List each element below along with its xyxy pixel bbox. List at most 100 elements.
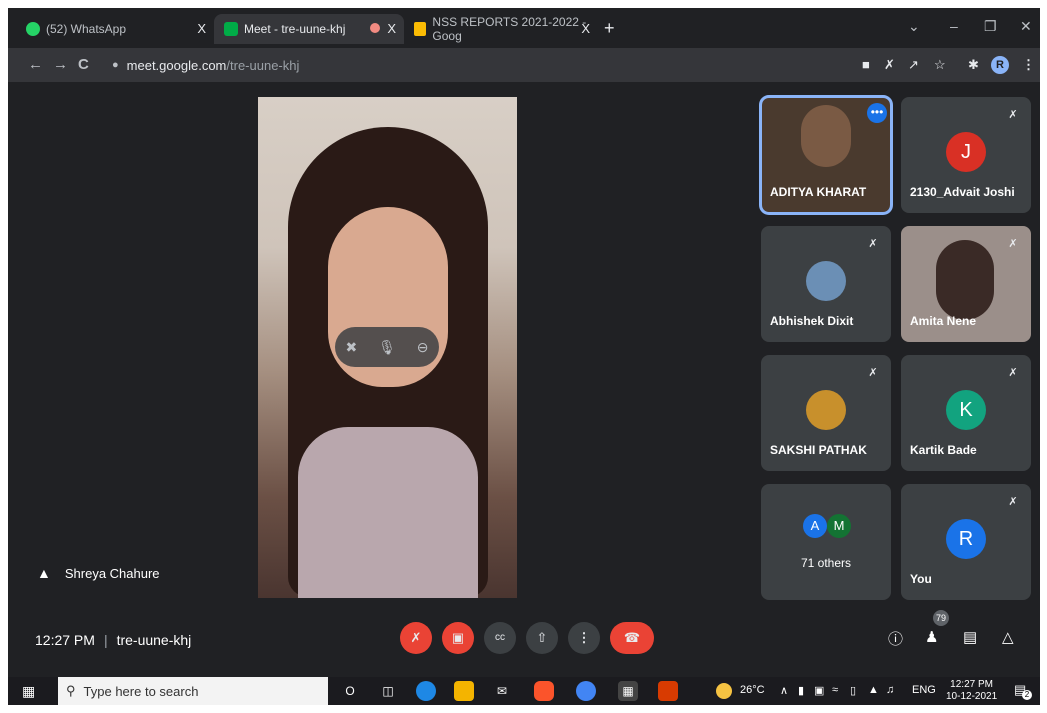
participant-name: ADITYA KHARAT: [770, 185, 867, 199]
present-button[interactable]: ⇧: [526, 622, 558, 654]
url-path: /tre-uune-khj: [226, 57, 300, 73]
tile-hover-controls: ✖ 🎙︎ ⊖: [335, 327, 439, 367]
tab-whatsapp[interactable]: (52) WhatsApp X: [16, 14, 214, 44]
extensions-icon[interactable]: ✱: [968, 57, 979, 73]
participant-name: 2130_Advait Joshi: [910, 185, 1015, 199]
pin-off-icon[interactable]: ✖: [345, 339, 357, 356]
mic-icon[interactable]: 🎙︎: [378, 339, 396, 356]
meeting-info: 12:27 PM | tre-uune-khj: [35, 632, 191, 648]
participant-tile[interactable]: ✗ Amita Nene: [901, 226, 1031, 342]
tray-mic-icon[interactable]: ▮: [798, 684, 804, 697]
mic-blocked-icon[interactable]: ✗: [884, 57, 895, 73]
meeting-code: tre-uune-khj: [116, 632, 192, 648]
taskbar-clock[interactable]: 12:27 PM 10-12-2021: [946, 679, 997, 703]
participant-tile[interactable]: ••• ADITYA KHARAT: [759, 95, 893, 215]
network-icon[interactable]: ▲: [868, 684, 879, 696]
back-icon[interactable]: ←: [28, 56, 43, 73]
more-options-button[interactable]: ⋮: [568, 622, 600, 654]
tray-app-icon[interactable]: ▣: [814, 684, 824, 697]
forward-icon[interactable]: →: [53, 56, 68, 73]
camera-toggle-button[interactable]: ▣: [442, 622, 474, 654]
lock-icon: ●: [112, 59, 119, 71]
tab-close-icon[interactable]: X: [387, 21, 396, 36]
minimize-icon[interactable]: –: [950, 18, 958, 34]
tab-strip: (52) WhatsApp X Meet - tre-uune-khj X NS…: [8, 8, 1040, 48]
battery-icon[interactable]: ▯: [850, 684, 856, 697]
main-speaker-name: Shreya Chahure: [64, 565, 160, 581]
meeting-control-bar: 12:27 PM | tre-uune-khj ✗ ▣ cc ⇧ ⋮ ☎ ⓘ 79 …: [8, 610, 1040, 667]
new-tab-button[interactable]: +: [604, 18, 615, 39]
tab-nss-reports[interactable]: NSS REPORTS 2021-2022 - Goog X: [404, 14, 598, 44]
participant-tile[interactable]: ✗ K Kartik Bade: [901, 355, 1031, 471]
mic-off-icon: ✗: [868, 367, 878, 379]
avatar: R: [946, 519, 986, 559]
drive-icon: [414, 22, 427, 36]
recording-icon: [370, 23, 380, 33]
captions-button[interactable]: cc: [484, 622, 516, 654]
participant-name: SAKSHI PATHAK: [770, 443, 867, 457]
whatsapp-icon: [26, 22, 40, 36]
windows-taskbar: ▦ ⚲ Type here to search O ◫ ✉ ▦ 26°C ∧ ▮…: [8, 677, 1040, 705]
mail-icon[interactable]: ✉: [492, 681, 512, 701]
remove-icon[interactable]: ⊖: [417, 339, 429, 356]
meet-icon: [224, 22, 238, 36]
meeting-time: 12:27 PM: [35, 632, 95, 648]
mic-off-icon: ✗: [868, 238, 878, 250]
tab-close-icon[interactable]: X: [197, 21, 206, 36]
cortana-icon[interactable]: O: [340, 681, 360, 701]
close-window-icon[interactable]: ✕: [1020, 18, 1032, 35]
participant-video: [936, 240, 994, 320]
office-icon[interactable]: [658, 681, 678, 701]
chrome-icon[interactable]: [576, 681, 596, 701]
leave-call-button[interactable]: ☎: [610, 622, 654, 654]
people-icon[interactable]: ♟: [925, 628, 938, 646]
calculator-icon[interactable]: ▦: [618, 681, 638, 701]
wifi-icon[interactable]: ≈: [832, 684, 838, 696]
taskbar-search-box[interactable]: ⚲ Type here to search: [58, 677, 328, 705]
mic-off-icon: ✗: [1008, 496, 1018, 508]
tab-search-icon[interactable]: ⌄: [908, 18, 920, 35]
mic-toggle-button[interactable]: ✗: [400, 622, 432, 654]
meeting-details-icon[interactable]: ⓘ: [888, 628, 903, 649]
tray-chevron-icon[interactable]: ∧: [780, 684, 788, 697]
file-explorer-icon[interactable]: [454, 681, 474, 701]
language-indicator[interactable]: ENG: [912, 684, 936, 696]
restore-icon[interactable]: ❐: [984, 18, 997, 35]
menu-icon[interactable]: ⋮: [1022, 57, 1035, 73]
participant-video: [801, 105, 851, 167]
edge-icon[interactable]: [416, 681, 436, 701]
mic-off-icon: ✗: [1008, 367, 1018, 379]
reload-icon[interactable]: C: [78, 56, 89, 73]
url-host: meet.google.com: [126, 57, 227, 73]
participant-name: Kartik Bade: [910, 443, 977, 457]
participant-tile[interactable]: ✗ J 2130_Advait Joshi: [901, 97, 1031, 213]
profile-avatar[interactable]: R: [991, 56, 1009, 74]
browser-toolbar: ← → C ● meet.google.com /tre-uune-khj ■ …: [8, 48, 1040, 82]
search-icon: ⚲: [66, 683, 76, 698]
others-count: 71 others: [800, 556, 852, 570]
search-placeholder: Type here to search: [83, 683, 199, 699]
activities-icon[interactable]: △: [1002, 628, 1014, 646]
chat-icon[interactable]: ▤: [963, 628, 977, 646]
address-bar[interactable]: ● meet.google.com /tre-uune-khj: [112, 53, 852, 77]
others-tile[interactable]: A M 71 others: [761, 484, 891, 600]
more-options-icon[interactable]: •••: [867, 103, 887, 123]
weather-icon: [716, 683, 732, 699]
share-icon[interactable]: ↗: [908, 57, 919, 73]
tab-close-icon[interactable]: X: [581, 21, 590, 36]
participant-tile[interactable]: ✗ Abhishek Dixit: [761, 226, 891, 342]
avatar: [806, 390, 846, 430]
windows-start-icon[interactable]: ▦: [22, 683, 35, 700]
weather-temp[interactable]: 26°C: [740, 684, 765, 696]
participant-tile[interactable]: ✗ SAKSHI PATHAK: [761, 355, 891, 471]
volume-icon[interactable]: ♫: [886, 684, 894, 696]
tab-meet[interactable]: Meet - tre-uune-khj X: [214, 14, 404, 44]
brave-icon[interactable]: [534, 681, 554, 701]
tab-whatsapp-title: (52) WhatsApp: [46, 22, 127, 36]
participants-badge: 79: [933, 610, 949, 626]
self-tile[interactable]: ✗ R You: [901, 484, 1031, 600]
task-view-icon[interactable]: ◫: [378, 681, 398, 701]
screen: (52) WhatsApp X Meet - tre-uune-khj X NS…: [8, 8, 1040, 705]
bookmark-star-icon[interactable]: ☆: [934, 57, 946, 73]
camera-icon[interactable]: ■: [862, 57, 870, 72]
